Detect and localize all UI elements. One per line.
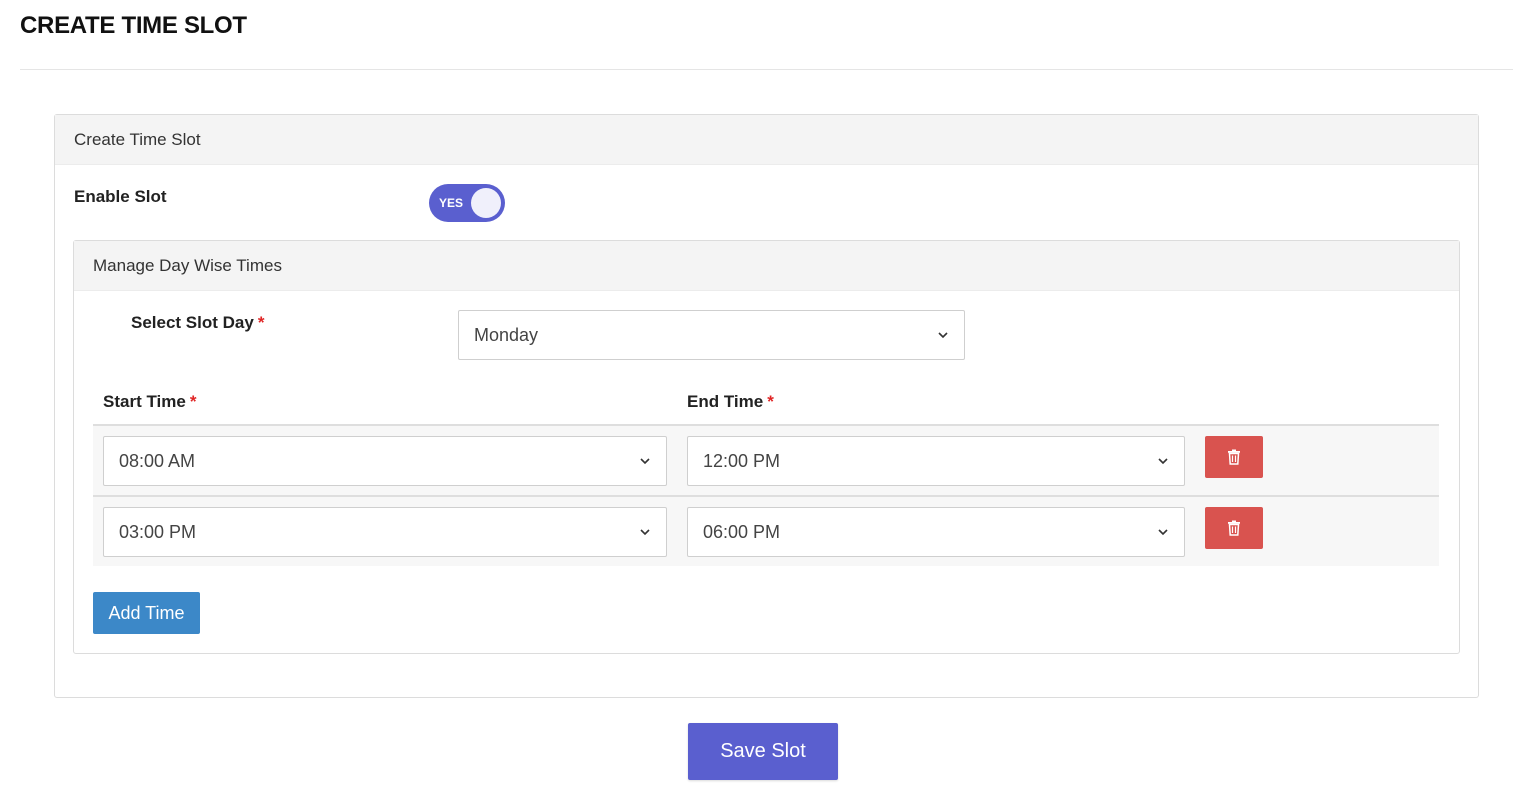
title-divider	[20, 69, 1513, 70]
enable-slot-label: Enable Slot	[74, 187, 167, 206]
delete-time-button[interactable]	[1205, 436, 1263, 478]
slot-day-select[interactable]: Monday	[458, 310, 965, 360]
chevron-down-icon	[640, 529, 650, 536]
time-row: 03:00 PM 06:00 PM	[93, 495, 1439, 566]
trash-icon	[1228, 449, 1240, 465]
create-time-slot-card: Create Time Slot Enable Slot YES Manage …	[54, 114, 1479, 698]
start-time-value: 03:00 PM	[119, 521, 197, 542]
enable-slot-toggle[interactable]: YES	[429, 184, 505, 222]
chevron-down-icon	[1158, 529, 1168, 536]
required-mark: *	[257, 313, 265, 332]
card-header: Create Time Slot	[55, 115, 1478, 165]
end-time-select[interactable]: 06:00 PM	[687, 507, 1185, 557]
save-slot-button[interactable]: Save Slot	[688, 723, 838, 780]
chevron-down-icon	[938, 332, 948, 339]
page-title: CREATE TIME SLOT	[20, 12, 247, 39]
time-row: 08:00 AM 12:00 PM	[93, 424, 1439, 495]
start-time-label-text: Start Time	[103, 392, 186, 411]
manage-day-wise-times-card: Manage Day Wise Times Select Slot Day * M…	[73, 240, 1460, 654]
start-time-select[interactable]: 08:00 AM	[103, 436, 667, 486]
start-time-label: Start Time *	[103, 392, 196, 412]
chevron-down-icon	[640, 458, 650, 465]
add-time-button[interactable]: Add Time	[93, 592, 200, 634]
end-time-label: End Time *	[687, 392, 774, 412]
start-time-select[interactable]: 03:00 PM	[103, 507, 667, 557]
end-time-value: 06:00 PM	[703, 521, 781, 542]
delete-time-button[interactable]	[1205, 507, 1263, 549]
end-time-select[interactable]: 12:00 PM	[687, 436, 1185, 486]
end-time-label-text: End Time	[687, 392, 764, 411]
toggle-text: YES	[439, 196, 464, 210]
start-time-value: 08:00 AM	[119, 450, 196, 471]
trash-icon	[1228, 520, 1240, 536]
required-mark: *	[189, 392, 197, 411]
end-time-value: 12:00 PM	[703, 450, 781, 471]
slot-day-label-text: Select Slot Day	[131, 313, 254, 332]
slot-day-select-value: Monday	[474, 324, 539, 345]
chevron-down-icon	[1158, 458, 1168, 465]
toggle-knob	[471, 188, 501, 218]
inner-card-header: Manage Day Wise Times	[74, 241, 1459, 291]
slot-day-label: Select Slot Day *	[131, 313, 264, 333]
required-mark: *	[767, 392, 774, 411]
